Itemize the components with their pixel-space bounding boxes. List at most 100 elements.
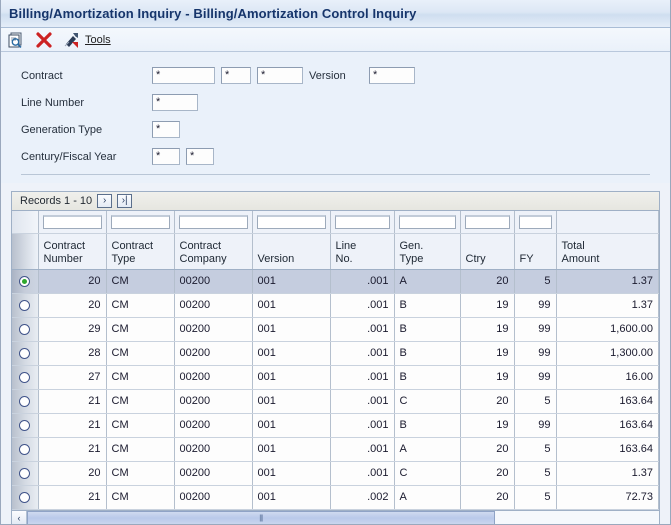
row-selector-cell[interactable] [12,341,39,366]
cell-total-amount[interactable]: 163.64 [556,413,659,438]
table-row[interactable]: 29 CM 00200 001.001 B 19 99 1,600.00 [12,317,659,342]
cell-total-amount[interactable]: 1.37 [556,461,659,486]
table-row[interactable]: 21 CM 00200 001.001 A 20 5 163.64 [12,437,659,462]
row-radio-icon[interactable] [19,371,31,383]
cell-gen-type[interactable]: B [394,341,461,366]
row-radio-icon[interactable] [19,491,31,503]
table-row[interactable]: 21 CM 00200 001.002 A 20 5 72.73 [12,485,659,510]
version-input[interactable]: * [369,67,415,84]
row-radio-icon[interactable] [19,347,31,359]
row-selector-cell[interactable] [12,437,39,462]
cell-version[interactable]: 001 [252,413,331,438]
cell-ctry[interactable]: 20 [460,389,515,414]
cell-fy[interactable]: 99 [514,413,557,438]
horizontal-scrollbar[interactable]: ‹ |||| [11,510,660,524]
cell-contract-number[interactable]: 21 [38,389,107,414]
cell-total-amount[interactable]: 72.73 [556,485,659,510]
cell-contract-company[interactable]: 00200 [174,389,253,414]
qbe-input-gen-type[interactable] [398,214,456,229]
cell-gen-type[interactable]: A [394,437,461,462]
row-selector-cell[interactable] [12,389,39,414]
cell-contract-type[interactable]: CM [106,461,175,486]
cell-version[interactable]: 001 [252,317,331,342]
cell-contract-company[interactable]: 00200 [174,461,253,486]
row-selector-cell[interactable] [12,485,39,510]
qbe-cell-ctry[interactable] [460,211,515,234]
cell-fy[interactable]: 99 [514,293,557,318]
cell-total-amount[interactable]: 16.00 [556,365,659,390]
qbe-input-contract-company[interactable] [178,214,248,229]
table-row[interactable]: 21 CM 00200 001.001 B 19 99 163.64 [12,413,659,438]
cell-version[interactable]: 001 [252,269,331,294]
contract-company-input[interactable]: * [257,67,303,84]
cell-gen-type[interactable]: C [394,389,461,414]
qbe-cell-version[interactable] [252,211,331,234]
cell-line-no[interactable]: .001 [330,413,395,438]
cell-ctry[interactable]: 20 [460,437,515,462]
cell-gen-type[interactable]: A [394,485,461,510]
qbe-input-contract-type[interactable] [110,214,170,229]
tools-menu-item[interactable]: Tools [63,31,111,49]
cell-total-amount[interactable]: 1.37 [556,293,659,318]
row-selector-cell[interactable] [12,317,39,342]
table-row[interactable]: 20 CM 00200 001.001 A 20 5 1.37 [12,269,659,294]
row-selector-cell[interactable] [12,293,39,318]
row-selector-cell[interactable] [12,413,39,438]
last-page-button[interactable]: ›| [117,194,133,208]
row-radio-icon[interactable] [19,275,31,287]
cell-fy[interactable]: 99 [514,341,557,366]
cell-total-amount[interactable]: 1,300.00 [556,341,659,366]
table-row[interactable]: 20 CM 00200 001.001 C 20 5 1.37 [12,461,659,486]
column-header-contract-number[interactable]: Contract Number [38,233,107,270]
row-radio-icon[interactable] [19,299,31,311]
cell-contract-number[interactable]: 21 [38,413,107,438]
cell-version[interactable]: 001 [252,341,331,366]
scrollbar-track[interactable]: |||| [27,511,659,524]
cell-contract-number[interactable]: 21 [38,485,107,510]
qbe-input-version[interactable] [256,214,326,229]
cell-line-no[interactable]: .001 [330,365,395,390]
cell-fy[interactable]: 99 [514,365,557,390]
column-header-total-amount[interactable]: Total Amount [556,233,659,270]
cell-line-no[interactable]: .001 [330,389,395,414]
column-header-gen-type[interactable]: Gen. Type [394,233,461,270]
row-radio-icon[interactable] [19,323,31,335]
cell-contract-company[interactable]: 00200 [174,413,253,438]
column-header-ctry[interactable]: Ctry [460,233,515,270]
row-radio-icon[interactable] [19,443,31,455]
century-input[interactable]: * [152,148,180,165]
qbe-input-line-no[interactable] [334,214,390,229]
row-selector-cell[interactable] [12,365,39,390]
row-radio-icon[interactable] [19,419,31,431]
cell-gen-type[interactable]: C [394,461,461,486]
cell-gen-type[interactable]: B [394,365,461,390]
cell-contract-company[interactable]: 00200 [174,317,253,342]
cell-contract-type[interactable]: CM [106,437,175,462]
cell-contract-company[interactable]: 00200 [174,485,253,510]
cell-ctry[interactable]: 19 [460,317,515,342]
cell-version[interactable]: 001 [252,389,331,414]
cell-line-no[interactable]: .001 [330,293,395,318]
qbe-cell-contract-number[interactable] [38,211,107,234]
cell-ctry[interactable]: 19 [460,341,515,366]
cell-fy[interactable]: 5 [514,389,557,414]
line-number-input[interactable]: * [152,94,198,111]
cell-contract-type[interactable]: CM [106,389,175,414]
cell-contract-company[interactable]: 00200 [174,365,253,390]
find-magnifier-icon[interactable] [7,31,25,49]
qbe-cell-contract-company[interactable] [174,211,253,234]
cell-ctry[interactable]: 20 [460,269,515,294]
cell-contract-type[interactable]: CM [106,293,175,318]
cell-gen-type[interactable]: B [394,317,461,342]
cell-version[interactable]: 001 [252,461,331,486]
cell-contract-type[interactable]: CM [106,269,175,294]
cell-gen-type[interactable]: B [394,413,461,438]
cell-contract-number[interactable]: 20 [38,269,107,294]
cell-contract-type[interactable]: CM [106,365,175,390]
contract-number-input[interactable]: * [152,67,215,84]
column-header-contract-type[interactable]: Contract Type [106,233,175,270]
cell-contract-number[interactable]: 29 [38,317,107,342]
qbe-cell-contract-type[interactable] [106,211,175,234]
cell-fy[interactable]: 5 [514,461,557,486]
cell-total-amount[interactable]: 163.64 [556,437,659,462]
